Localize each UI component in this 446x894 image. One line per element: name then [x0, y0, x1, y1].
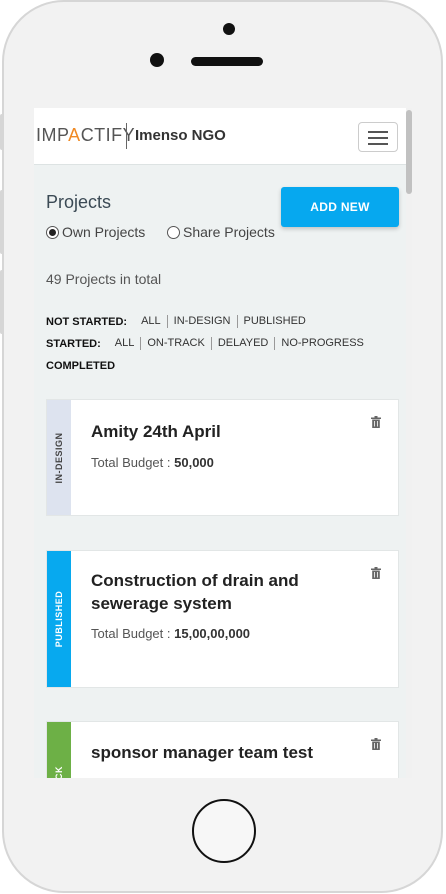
filter-started: STARTED: ALL ON-TRACK DELAYED NO-PROGRES…: [46, 337, 370, 350]
filter-completed: COMPLETED: [46, 360, 123, 372]
own-projects-label: Own Projects: [62, 224, 146, 240]
app-screen: IMPACTIFY Imenso NGO Projects ADD NEW Ow…: [34, 108, 412, 778]
project-title[interactable]: sponsor manager team test: [91, 741, 331, 764]
project-card[interactable]: IN-DESIGN Amity 24th April Total Budget …: [46, 399, 399, 516]
filter-completed-link[interactable]: COMPLETED: [46, 360, 115, 372]
status-strip: PUBLISHED: [47, 551, 71, 687]
trash-icon[interactable]: [371, 567, 381, 579]
project-budget: Total Budget : 15,00,00,000: [91, 626, 250, 641]
filter-option-all[interactable]: ALL: [135, 315, 168, 328]
project-title[interactable]: Amity 24th April: [91, 420, 331, 443]
filter-option-in-design[interactable]: IN-DESIGN: [168, 315, 238, 328]
hamburger-menu-icon: [368, 131, 388, 133]
project-card[interactable]: PUBLISHED Construction of drain and sewe…: [46, 550, 399, 688]
scrollbar-track[interactable]: [406, 108, 412, 778]
project-card[interactable]: ON-TRACK sponsor manager team test: [46, 721, 399, 778]
filter-option-published[interactable]: PUBLISHED: [238, 315, 312, 328]
phone-volume-up-button: [0, 190, 4, 254]
budget-label: Total Budget :: [91, 455, 171, 470]
impactify-logo[interactable]: IMPACTIFY: [36, 125, 135, 146]
share-projects-label: Share Projects: [183, 224, 275, 240]
own-projects-radio[interactable]: Own Projects: [46, 224, 145, 240]
proximity-sensor: [150, 53, 164, 67]
filter-option-all[interactable]: ALL: [109, 337, 142, 350]
budget-value: 50,000: [174, 455, 214, 470]
status-strip: ON-TRACK: [47, 722, 71, 778]
add-new-button[interactable]: ADD NEW: [281, 187, 399, 227]
budget-label: Total Budget :: [91, 626, 171, 641]
filter-option-delayed[interactable]: DELAYED: [212, 337, 276, 350]
budget-value: 15,00,00,000: [174, 626, 251, 641]
top-navbar: IMPACTIFY Imenso NGO: [34, 108, 412, 165]
brand-divider: [126, 123, 127, 149]
status-strip: IN-DESIGN: [47, 400, 71, 515]
project-budget: Total Budget : 50,000: [91, 455, 214, 470]
filter-option-on-track[interactable]: ON-TRACK: [141, 337, 212, 350]
filter-not-started: NOT STARTED: ALL IN-DESIGN PUBLISHED: [46, 315, 312, 328]
status-label: ON-TRACK: [54, 766, 64, 778]
phone-side-button: [0, 114, 4, 150]
filter-label: STARTED:: [46, 337, 101, 350]
organization-name: Imenso NGO: [135, 127, 226, 144]
status-label: IN-DESIGN: [54, 431, 64, 484]
projects-total-count: 49 Projects in total: [46, 271, 162, 287]
status-label: PUBLISHED: [54, 590, 64, 648]
trash-icon[interactable]: [371, 738, 381, 750]
share-projects-radio[interactable]: Share Projects: [167, 224, 275, 240]
hamburger-menu-button[interactable]: [358, 122, 398, 152]
phone-volume-down-button: [0, 270, 4, 334]
front-camera: [223, 23, 235, 35]
project-title[interactable]: Construction of drain and sewerage syste…: [91, 569, 331, 615]
home-button[interactable]: [192, 799, 256, 863]
trash-icon[interactable]: [371, 416, 381, 428]
radio-unchecked-icon[interactable]: [167, 225, 180, 239]
radio-checked-icon[interactable]: [46, 225, 59, 239]
filter-option-no-progress[interactable]: NO-PROGRESS: [275, 337, 370, 350]
earpiece-speaker: [191, 57, 263, 66]
page-title: Projects: [46, 192, 112, 212]
scrollbar-thumb[interactable]: [406, 110, 412, 194]
filter-label: NOT STARTED:: [46, 315, 128, 328]
